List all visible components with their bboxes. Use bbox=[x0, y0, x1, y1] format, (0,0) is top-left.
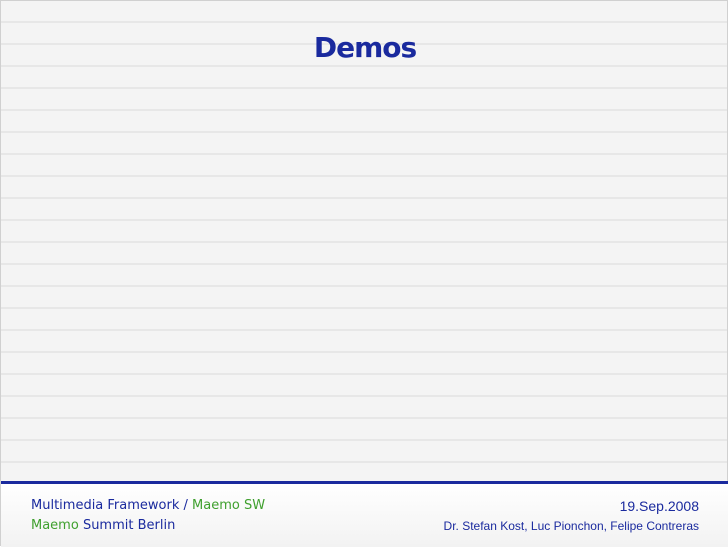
slide-footer: Multimedia Framework / Maemo SW Maemo Su… bbox=[1, 481, 728, 547]
footer-authors: Dr. Stefan Kost, Luc Pionchon, Felipe Co… bbox=[443, 519, 699, 533]
footer-date: 19.Sep.2008 bbox=[619, 498, 699, 514]
footer-event-line: Maemo Summit Berlin bbox=[31, 518, 175, 533]
footer-team: Maemo SW bbox=[192, 498, 266, 513]
slide: Demos Multimedia Framework / Maemo SW Ma… bbox=[0, 0, 728, 547]
footer-event-name: Summit Berlin bbox=[78, 518, 176, 533]
footer-event-brand: Maemo bbox=[31, 518, 79, 533]
footer-framework-line: Multimedia Framework / Maemo SW bbox=[31, 498, 265, 513]
footer-framework: Multimedia Framework bbox=[31, 498, 180, 513]
footer-separator: / bbox=[179, 498, 193, 513]
slide-title: Demos bbox=[313, 31, 417, 64]
